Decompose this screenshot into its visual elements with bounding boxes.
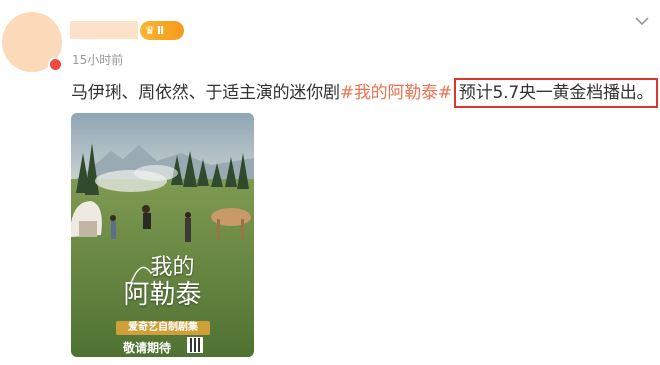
hashtag-link[interactable]: #我的阿勒泰#	[340, 83, 452, 103]
coming-soon-label: 敬请期待	[123, 341, 172, 355]
post-content: 马伊琍、周依然、于适主演的迷你剧#我的阿勒泰# 预计5.7央一黄金档播出。	[71, 78, 659, 108]
chevron-down-icon	[635, 16, 649, 25]
poster-title-line2: 阿勒泰	[123, 280, 202, 310]
crown-icon: ♛	[145, 24, 155, 37]
username-redacted[interactable]	[70, 21, 138, 39]
verified-badge	[48, 57, 63, 72]
highlighted-text: 预计5.7央一黄金档播出。	[453, 78, 659, 108]
poster-title-line1: 我的	[150, 255, 195, 280]
drama-poster-image[interactable]: 我的 阿勒泰 爱奇艺自制剧集 敬请期待	[71, 113, 254, 357]
post-timestamp[interactable]: 15小时前	[72, 51, 123, 68]
vip-badge[interactable]: ♛ Ⅱ	[140, 21, 184, 40]
post-text-prefix: 马伊琍、周依然、于适主演的迷你剧	[71, 83, 340, 103]
more-options-button[interactable]	[632, 12, 652, 30]
platform-label: 爱奇艺自制剧集	[116, 321, 210, 335]
vip-level: Ⅱ	[156, 24, 165, 37]
qr-code-icon	[187, 337, 203, 353]
poster-title: 我的 阿勒泰	[71, 255, 254, 311]
